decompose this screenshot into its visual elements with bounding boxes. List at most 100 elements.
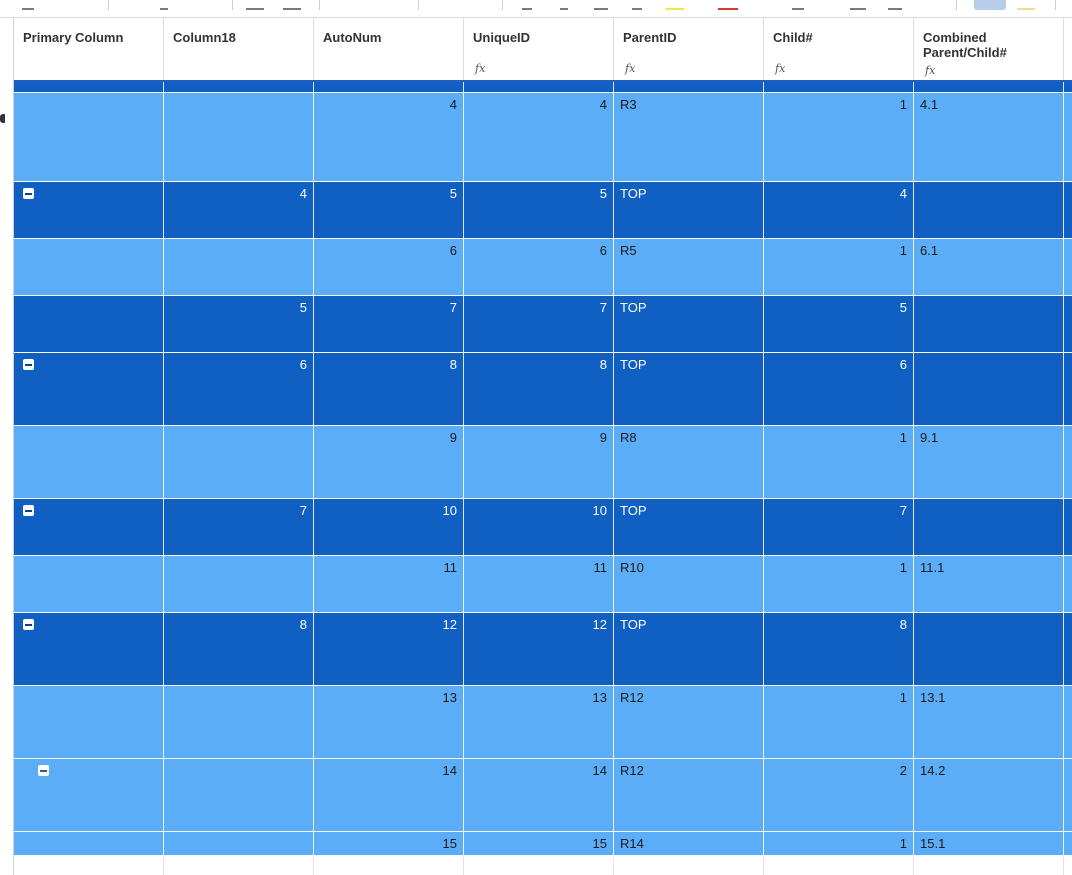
cell-extra[interactable] [1064,93,1072,181]
text-color-icon[interactable] [718,0,738,10]
cell-primary[interactable] [14,239,164,295]
cell-extra[interactable] [1064,182,1072,238]
cell-uniqueid[interactable] [464,82,614,92]
column-header-parentid[interactable]: ParentID fx [614,18,764,80]
cell-child[interactable]: 5 [764,296,914,352]
cell-child[interactable]: 6 [764,353,914,425]
cell-extra[interactable] [1064,832,1072,855]
cell-combined[interactable] [914,499,1064,555]
cell-child[interactable]: 4 [764,182,914,238]
cell-primary[interactable] [14,182,164,238]
table-row[interactable]: 4 5 5 TOP 4 [14,182,1072,239]
table-row[interactable]: 11 11 R10 1 11.1 [14,556,1072,613]
cell-extra[interactable] [1064,686,1072,758]
cell-column18[interactable] [164,556,314,612]
cell-parentid[interactable]: R12 [614,686,764,758]
view-toggle-button[interactable] [974,0,1006,10]
cell-parentid[interactable]: TOP [614,182,764,238]
cell-parentid[interactable]: R8 [614,426,764,498]
cell-column18[interactable]: 5 [164,296,314,352]
cell-column18[interactable] [164,426,314,498]
wrap-icon[interactable] [850,0,866,10]
cell-uniqueid[interactable] [464,857,614,875]
cell-column18[interactable] [164,832,314,855]
table-row[interactable]: 9 9 R8 1 9.1 [14,426,1072,499]
cell-column18[interactable]: 8 [164,613,314,685]
cell-uniqueid[interactable]: 8 [464,353,614,425]
collapse-row-icon[interactable] [38,765,49,776]
cell-extra[interactable] [1064,499,1072,555]
cell-child[interactable]: 1 [764,239,914,295]
cell-parentid[interactable]: TOP [614,296,764,352]
cell-uniqueid[interactable]: 10 [464,499,614,555]
cell-combined[interactable] [914,296,1064,352]
cell-combined[interactable]: 11.1 [914,556,1064,612]
table-row-empty[interactable] [14,857,1072,875]
cell-combined[interactable]: 6.1 [914,239,1064,295]
cell-combined[interactable] [914,182,1064,238]
cell-column18[interactable]: 7 [164,499,314,555]
cell-uniqueid[interactable]: 7 [464,296,614,352]
cell-child[interactable]: 1 [764,556,914,612]
cell-combined[interactable] [914,857,1064,875]
cell-primary[interactable] [14,686,164,758]
cell-autonum[interactable]: 8 [314,353,464,425]
align-left-icon[interactable] [246,0,264,10]
column-header-column18[interactable]: Column18 [164,18,314,80]
cell-primary[interactable] [14,353,164,425]
highlight-icon[interactable] [666,0,684,10]
cell-child[interactable]: 2 [764,759,914,831]
table-row[interactable]: 8 12 12 TOP 8 [14,613,1072,686]
cell-column18[interactable] [164,857,314,875]
table-row[interactable]: 15 15 R14 1 15.1 [14,832,1072,856]
cell-autonum[interactable] [314,857,464,875]
cell-primary[interactable] [14,499,164,555]
cell-parentid[interactable]: TOP [614,499,764,555]
cell-parentid[interactable]: R10 [614,556,764,612]
align-center-icon[interactable] [283,0,301,10]
cell-uniqueid[interactable]: 15 [464,832,614,855]
cell-column18[interactable] [164,82,314,92]
cell-combined[interactable]: 9.1 [914,426,1064,498]
cell-primary[interactable] [14,426,164,498]
table-row[interactable]: 14 14 R12 2 14.2 [14,759,1072,832]
cell-extra[interactable] [1064,857,1072,875]
cell-primary[interactable] [14,613,164,685]
column-header-combined[interactable]: Combined Parent/Child# fx [914,18,1064,80]
cell-primary[interactable] [14,296,164,352]
cell-extra[interactable] [1064,556,1072,612]
cell-autonum[interactable]: 14 [314,759,464,831]
table-row[interactable]: 4 4 R3 1 4.1 [14,93,1072,182]
cell-combined[interactable] [914,353,1064,425]
column-header-child[interactable]: Child# fx [764,18,914,80]
cell-combined[interactable] [914,82,1064,92]
cell-parentid[interactable] [614,857,764,875]
cell-autonum[interactable]: 15 [314,832,464,855]
cell-autonum[interactable]: 10 [314,499,464,555]
cell-column18[interactable] [164,239,314,295]
align-icon[interactable] [792,0,804,10]
cell-parentid[interactable]: R3 [614,93,764,181]
cell-column18[interactable] [164,93,314,181]
cell-uniqueid[interactable]: 14 [464,759,614,831]
cell-autonum[interactable]: 7 [314,296,464,352]
cell-primary[interactable] [14,93,164,181]
table-row[interactable]: 7 10 10 TOP 7 [14,499,1072,556]
cell-child[interactable]: 8 [764,613,914,685]
cell-parentid[interactable]: R12 [614,759,764,831]
italic-icon[interactable] [560,0,568,10]
cell-combined[interactable] [914,613,1064,685]
cell-child[interactable]: 1 [764,686,914,758]
cell-extra[interactable] [1064,353,1072,425]
cell-extra[interactable] [1064,759,1072,831]
table-row[interactable]: 5 7 7 TOP 5 [14,296,1072,353]
bold-icon[interactable] [522,0,532,10]
fill-color-icon[interactable] [1017,0,1035,10]
cell-combined[interactable]: 15.1 [914,832,1064,855]
collapse-row-icon[interactable] [23,188,34,199]
cell-autonum[interactable]: 4 [314,93,464,181]
table-row[interactable] [14,82,1072,93]
cell-uniqueid[interactable]: 6 [464,239,614,295]
cell-primary[interactable] [14,759,164,831]
cell-column18[interactable] [164,686,314,758]
